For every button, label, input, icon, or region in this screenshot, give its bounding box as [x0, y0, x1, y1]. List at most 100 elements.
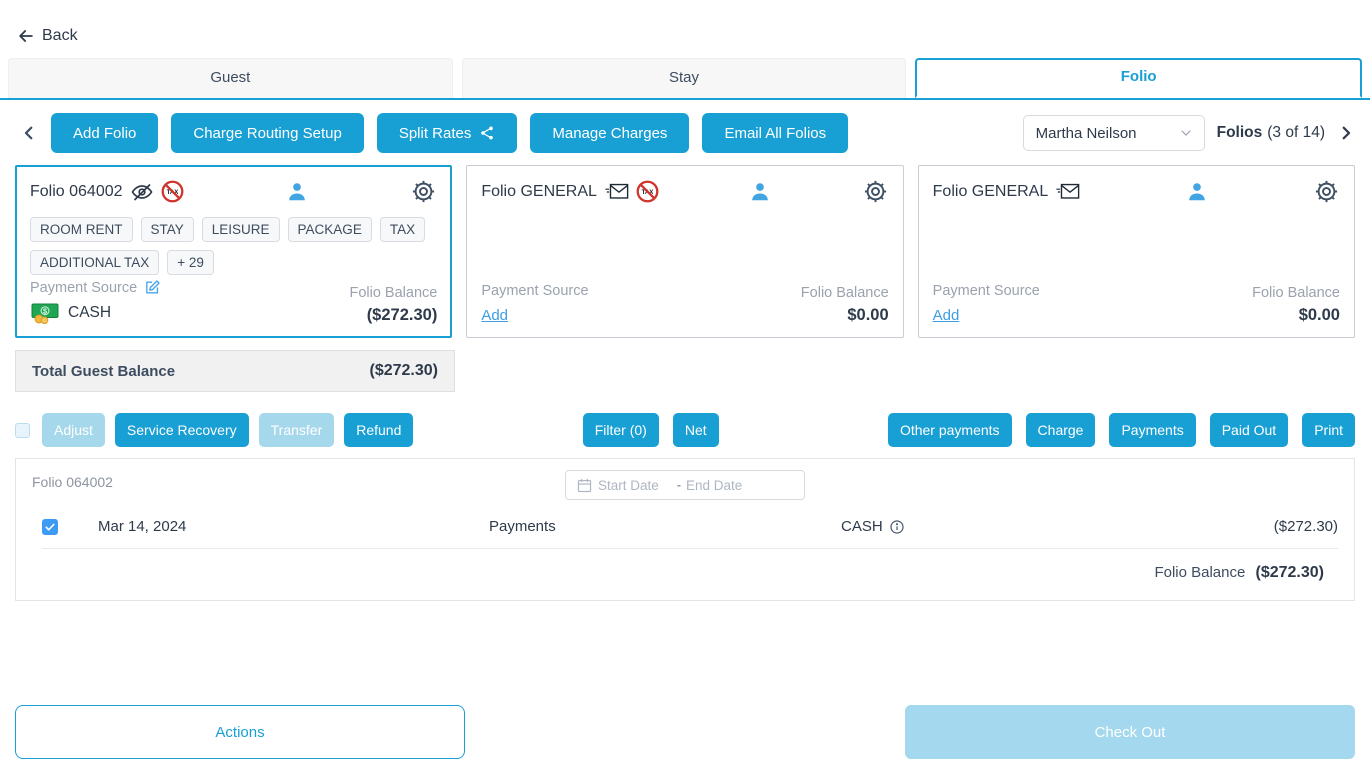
select-all-checkbox[interactable] — [15, 423, 30, 438]
print-button[interactable]: Print — [1302, 413, 1355, 447]
adjust-button[interactable]: Adjust — [42, 413, 105, 447]
actions-button[interactable]: Actions — [15, 705, 465, 759]
tag: LEISURE — [202, 217, 280, 242]
total-guest-balance: Total Guest Balance ($272.30) — [15, 350, 455, 392]
table-folio-balance-label: Folio Balance — [1154, 564, 1245, 581]
split-rates-button[interactable]: Split Rates — [377, 113, 518, 153]
date-separator: - — [677, 478, 681, 492]
transactions-table-footer: Folio Balance ($272.30) — [16, 549, 1354, 600]
folio-toolbar: Add Folio Charge Routing Setup Split Rat… — [20, 113, 1355, 153]
edit-icon[interactable] — [144, 279, 161, 296]
folio-card-general-1[interactable]: Folio GENERAL TAX Payment Source Add — [466, 165, 903, 338]
add-folio-button[interactable]: Add Folio — [51, 113, 158, 153]
transaction-method: CASH — [841, 518, 883, 535]
charge-button[interactable]: Charge — [1026, 413, 1096, 447]
transactions-table-header: Folio 064002 - — [16, 459, 1354, 505]
transfer-button[interactable]: Transfer — [259, 413, 335, 447]
share-icon — [479, 125, 495, 141]
folio-card-header: Folio GENERAL — [933, 178, 1340, 205]
folio-balance-label: Folio Balance — [801, 285, 889, 301]
charge-buttons: Other payments Charge Payments Paid Out … — [888, 413, 1355, 447]
transactions-rows: Mar 14, 2024 Payments CASH ($272.30) — [42, 505, 1338, 549]
service-recovery-button[interactable]: Service Recovery — [115, 413, 249, 447]
folios-prev-button[interactable] — [20, 124, 38, 142]
total-guest-balance-amount: ($272.30) — [370, 362, 439, 380]
other-payments-button[interactable]: Other payments — [888, 413, 1012, 447]
tab-guest[interactable]: Guest — [8, 58, 453, 98]
folios-label: Folios — [1217, 124, 1263, 142]
guest-select-value: Martha Neilson — [1036, 125, 1137, 142]
transaction-row[interactable]: Mar 14, 2024 Payments CASH ($272.30) — [42, 505, 1338, 549]
eye-slash-icon — [130, 180, 154, 204]
tab-stay[interactable]: Stay — [462, 58, 907, 98]
gear-icon[interactable] — [410, 178, 437, 205]
info-icon[interactable] — [889, 519, 905, 535]
folio-card-footer: Payment Source $ CASH Folio Balance ($27… — [30, 279, 437, 325]
folio-cards: Folio 064002 TAX ROOM RENT STAY LEISURE … — [0, 165, 1370, 338]
folio-card-header: Folio GENERAL TAX — [481, 178, 888, 205]
folio-title: Folio GENERAL — [481, 183, 597, 201]
folio-card-general-2[interactable]: Folio GENERAL Payment Source Add Folio B… — [918, 165, 1355, 338]
folio-balance-label: Folio Balance — [1252, 285, 1340, 301]
transactions-table: Folio 064002 - Mar 14, 2024 Payments CAS… — [15, 458, 1355, 601]
email-all-folios-label: Email All Folios — [724, 125, 826, 142]
email-all-folios-button[interactable]: Email All Folios — [702, 113, 848, 153]
split-rates-label: Split Rates — [399, 125, 472, 142]
folio-card-064002[interactable]: Folio 064002 TAX ROOM RENT STAY LEISURE … — [15, 165, 452, 338]
end-date-input[interactable] — [686, 478, 760, 493]
charge-routing-setup-button[interactable]: Charge Routing Setup — [171, 113, 363, 153]
toolbar-right: Martha Neilson Folios (3 of 14) — [1023, 115, 1355, 151]
filter-buttons: Filter (0) Net — [583, 413, 719, 447]
manage-charges-button[interactable]: Manage Charges — [530, 113, 689, 153]
add-folio-label: Add Folio — [73, 125, 136, 142]
check-icon — [44, 521, 56, 533]
cash-icon: $ — [30, 301, 60, 325]
folios-counter: Folios (3 of 14) — [1217, 124, 1325, 142]
folios-next-button[interactable] — [1337, 124, 1355, 142]
gear-icon[interactable] — [1313, 178, 1340, 205]
add-payment-source-link[interactable]: Add — [481, 307, 508, 324]
chevron-right-icon — [1337, 124, 1355, 142]
chevron-left-icon — [20, 124, 38, 142]
folio-card-footer: Payment Source Add Folio Balance $0.00 — [933, 283, 1340, 325]
tab-folio[interactable]: Folio — [915, 58, 1362, 98]
gear-icon[interactable] — [862, 178, 889, 205]
email-icon — [604, 182, 629, 201]
folio-balance-value: $0.00 — [1252, 306, 1340, 325]
manage-charges-label: Manage Charges — [552, 125, 667, 142]
folio-title: Folio 064002 — [30, 183, 123, 201]
add-payment-source-link[interactable]: Add — [933, 307, 960, 324]
back-button[interactable]: Back — [16, 26, 78, 46]
filter-button[interactable]: Filter (0) — [583, 413, 659, 447]
no-tax-icon: TAX — [161, 180, 184, 203]
transaction-actions-row: Adjust Service Recovery Transfer Refund … — [15, 413, 1355, 447]
net-button[interactable]: Net — [673, 413, 719, 447]
back-label: Back — [42, 27, 78, 45]
folio-title: Folio GENERAL — [933, 183, 1049, 201]
paid-out-button[interactable]: Paid Out — [1210, 413, 1288, 447]
guest-select[interactable]: Martha Neilson — [1023, 115, 1205, 151]
bottom-bar: Actions Check Out — [0, 705, 1370, 759]
folio-card-footer: Payment Source Add Folio Balance $0.00 — [481, 283, 888, 325]
email-icon — [1055, 182, 1080, 201]
row-checkbox-checked[interactable] — [42, 519, 58, 535]
tag: ADDITIONAL TAX — [30, 250, 159, 275]
tag: PACKAGE — [288, 217, 372, 242]
payment-method: CASH — [68, 304, 111, 322]
table-folio-label: Folio 064002 — [32, 474, 113, 490]
tag: ROOM RENT — [30, 217, 133, 242]
transaction-amount: ($272.30) — [1274, 518, 1338, 535]
tag: STAY — [141, 217, 194, 242]
person-icon[interactable] — [749, 181, 771, 203]
date-range-picker[interactable]: - — [565, 470, 805, 500]
payments-button[interactable]: Payments — [1109, 413, 1195, 447]
tag-more[interactable]: + 29 — [167, 250, 214, 275]
person-icon[interactable] — [286, 181, 308, 203]
payment-source-label: Payment Source — [933, 283, 1040, 299]
check-out-button[interactable]: Check Out — [905, 705, 1355, 759]
chevron-down-icon — [1178, 125, 1194, 141]
start-date-input[interactable] — [598, 478, 672, 493]
refund-button[interactable]: Refund — [344, 413, 413, 447]
person-icon[interactable] — [1186, 181, 1208, 203]
transaction-date: Mar 14, 2024 — [98, 518, 489, 535]
